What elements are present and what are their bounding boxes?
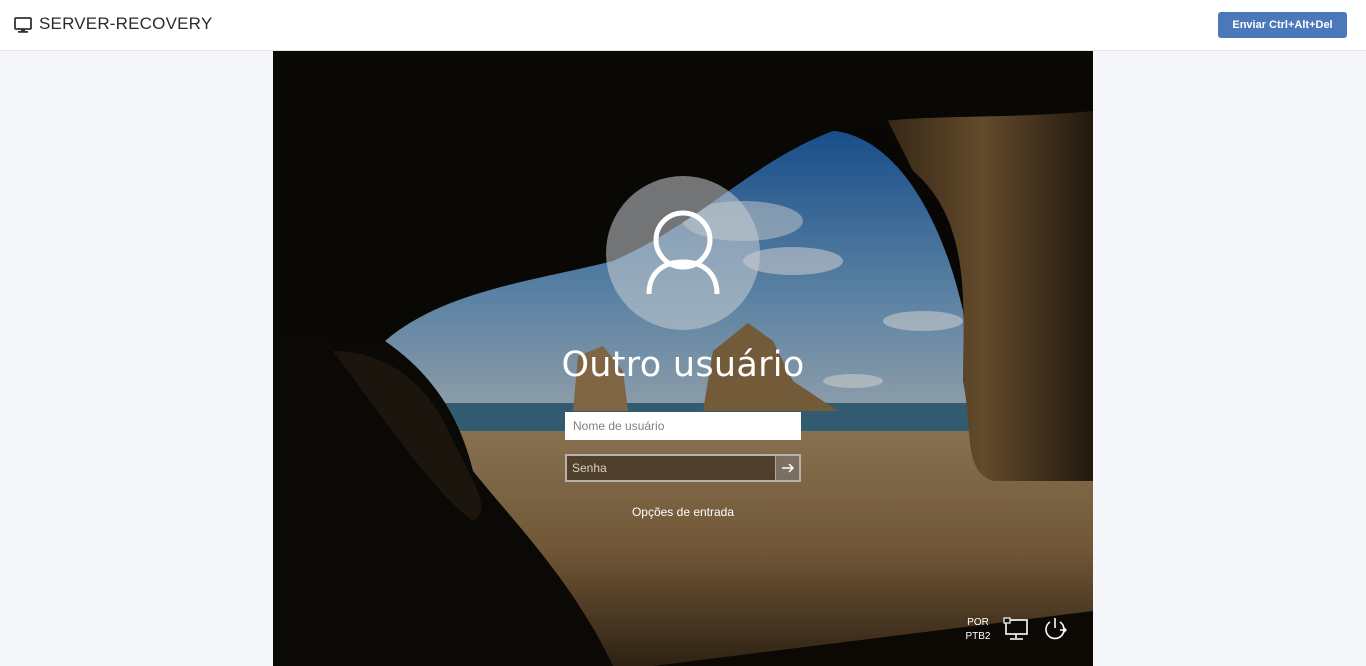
arrow-right-icon: [782, 463, 795, 473]
send-ctrl-alt-del-button[interactable]: Enviar Ctrl+Alt+Del: [1218, 12, 1347, 38]
power-icon[interactable]: [1041, 616, 1069, 642]
password-input[interactable]: [567, 456, 775, 480]
monitor-icon: [14, 17, 32, 33]
machine-title: SERVER-RECOVERY: [39, 14, 213, 33]
keyboard-layout: PTB2: [965, 631, 991, 642]
network-icon[interactable]: [1003, 617, 1031, 643]
password-field-wrapper: [565, 454, 801, 482]
remote-screen[interactable]: Outro usuário Opções de entrada POR PTB2: [273, 51, 1093, 666]
signin-options-link[interactable]: Opções de entrada: [273, 505, 1093, 519]
user-icon: [646, 210, 720, 295]
username-input[interactable]: [565, 412, 801, 440]
submit-button[interactable]: [775, 456, 799, 480]
language-indicator[interactable]: POR PTB2: [961, 616, 995, 644]
language-code: POR: [967, 617, 989, 628]
user-avatar: [606, 176, 760, 330]
top-bar: SERVER-RECOVERY Enviar Ctrl+Alt+Del: [0, 0, 1366, 51]
user-title: Outro usuário: [561, 345, 805, 385]
